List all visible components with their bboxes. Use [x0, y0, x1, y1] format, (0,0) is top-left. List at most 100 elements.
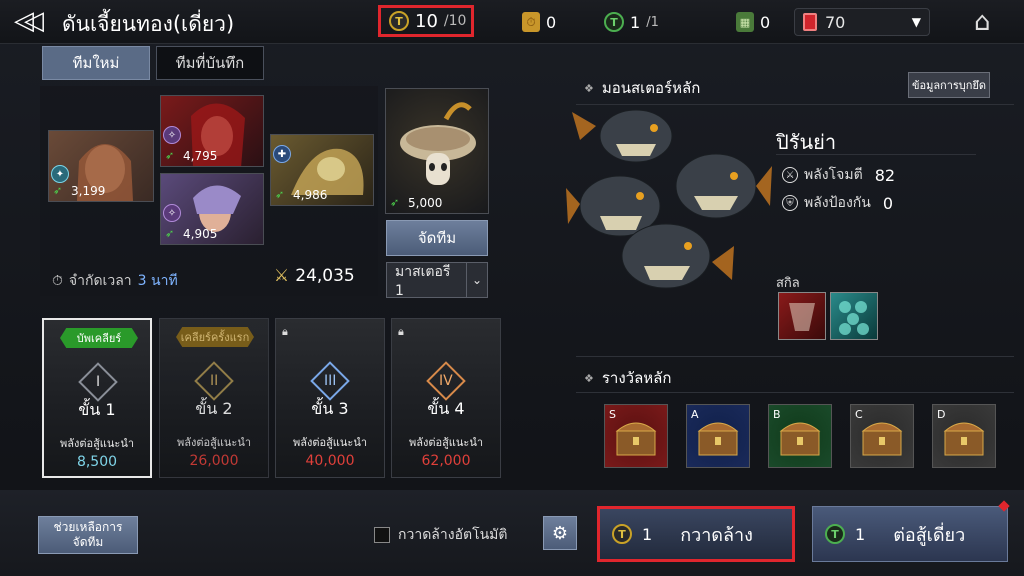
stopwatch-icon: ⏱: [52, 273, 63, 289]
ticket-current: 10: [415, 10, 438, 32]
ruby-selector[interactable]: 70 ▼: [794, 8, 930, 36]
master-slot[interactable]: ➶ 5,000: [385, 88, 489, 214]
stage-rec-label: พลังต่อสู้แนะนำ: [292, 436, 368, 449]
stage-level: ขั้น 3: [311, 399, 349, 418]
coin-counter: ⏱ 0: [522, 10, 556, 34]
stage-emblem: IV: [426, 361, 466, 401]
divider: [576, 392, 1014, 393]
class-icon: ✧: [163, 204, 181, 222]
stage-rec-value: 62,000: [421, 453, 471, 469]
stage-rec-label: พลังต่อสู้แนะนำ: [408, 436, 484, 449]
hero-slot-4[interactable]: ✚ ➶ 4,986: [270, 134, 374, 206]
reward-chest-b[interactable]: B: [768, 404, 832, 468]
rewards-header: ❖ รางวัลหลัก: [584, 369, 672, 387]
skill-label: สกิล: [776, 276, 800, 291]
hero-slot-3[interactable]: ✧ ➶ 4,905: [160, 173, 264, 245]
card-icon: ▦: [736, 12, 754, 32]
green-ticket-counter: T 1 /1: [604, 10, 659, 34]
attack-stat: ⚔ พลังโจมตี 82: [782, 164, 895, 186]
hero-slot-1[interactable]: ✦ ➶ 3,199: [48, 130, 154, 202]
ticket-max: /10: [443, 13, 467, 29]
lock-icon: 🔒︎: [282, 325, 288, 338]
power-up-icon: ➶: [53, 184, 63, 197]
time-limit: ⏱ จำกัดเวลา 3 นาที: [52, 270, 178, 292]
attack-icon: ⚔: [782, 167, 798, 183]
auto-sweep-toggle[interactable]: กวาดล้างอัตโนมัติ: [374, 524, 507, 546]
page-title: ดันเจี้ยนทอง(เดี่ยว): [62, 12, 235, 36]
gold-ticket-icon: T: [612, 524, 632, 544]
stage-card-1[interactable]: บัพเคลียร์ I ขั้น 1 พลังต่อสู้แนะนำ 8,50…: [42, 318, 152, 478]
card-value: 0: [760, 12, 771, 32]
fight-label: ต่อสู้เดี่ยว: [893, 524, 966, 546]
team-help-button[interactable]: ช่วยเหลือการ จัดทีม: [38, 516, 138, 554]
stage-badge: บัพเคลียร์: [60, 328, 138, 348]
stage-rec-value: 40,000: [305, 453, 355, 469]
stage-rec-value: 8,500: [76, 454, 118, 470]
arrange-team-button[interactable]: จัดทีม: [386, 220, 488, 256]
ruby-value: 70: [825, 12, 846, 32]
total-power: ⚔ 24,035: [274, 266, 355, 286]
diamond-bullet-icon: ❖: [584, 81, 594, 95]
reward-chest-a[interactable]: A: [686, 404, 750, 468]
fight-cost: 1: [855, 524, 866, 544]
stage-card-2[interactable]: เคลียร์ครั้งแรก II ขั้น 2 พลังต่อสู้แนะน…: [159, 318, 269, 478]
chest-grade: C: [855, 408, 863, 421]
power-up-icon: ➶: [390, 196, 400, 209]
auto-sweep-label: กวาดล้างอัตโนมัติ: [398, 527, 508, 543]
reward-chest-c[interactable]: C: [850, 404, 914, 468]
stage-rec-label: พลังต่อสู้แนะนำ: [59, 437, 135, 450]
divider: [576, 356, 1014, 357]
defense-stat: ⛨ พลังป้องกัน 0: [782, 192, 893, 214]
green-ticket-icon: T: [825, 524, 845, 544]
card-counter: ▦ 0: [736, 10, 770, 34]
gear-icon[interactable]: ⚙: [543, 516, 577, 550]
lock-icon: 🔒︎: [398, 325, 404, 338]
master-select-value: มาสเตอรี 1: [395, 264, 451, 299]
master-select[interactable]: มาสเตอรี 1 ⌄: [386, 262, 488, 299]
auto-sweep-checkbox[interactable]: [374, 527, 390, 543]
sweep-label: กวาดล้าง: [680, 524, 753, 546]
master-power: ➶ 5,000: [390, 196, 443, 210]
attack-value: 82: [874, 165, 896, 185]
tab-new-team[interactable]: ทีมใหม่: [42, 46, 150, 80]
power-up-icon: ➶: [165, 227, 175, 240]
class-icon: ✚: [273, 145, 291, 163]
skill-bite-icon[interactable]: [778, 292, 826, 340]
chevron-down-icon: ⌄: [466, 263, 487, 297]
gold-ticket-icon: T: [389, 11, 409, 31]
hero-power: ➶ 4,905: [165, 227, 218, 241]
green-ticket-current: 1: [630, 12, 641, 32]
stage-level: ขั้น 4: [427, 399, 465, 418]
hero-power: ➶ 4,795: [165, 149, 218, 163]
stage-emblem: I: [78, 362, 118, 402]
reward-chest-s[interactable]: S: [604, 404, 668, 468]
coin-value: 0: [546, 12, 557, 32]
hero-slot-2[interactable]: ✧ ➶ 4,795: [160, 95, 264, 167]
sweep-button[interactable]: T 1 กวาดล้าง: [597, 506, 795, 562]
green-ticket-icon: T: [604, 12, 624, 32]
tab-saved-team[interactable]: ทีมที่บันทึก: [156, 46, 264, 80]
diamond-bullet-icon: ❖: [584, 371, 594, 385]
hero-power: ➶ 3,199: [53, 184, 106, 198]
back-button[interactable]: ◁◁: [14, 8, 54, 36]
green-ticket-max: /1: [646, 14, 659, 30]
raid-info-button[interactable]: ข้อมูลการบุกยึด: [908, 72, 990, 98]
stage-rec-label: พลังต่อสู้แนะนำ: [176, 436, 252, 449]
stage-card-4[interactable]: 🔒︎ IV ขั้น 4 พลังต่อสู้แนะนำ 62,000: [391, 318, 501, 478]
stopwatch-coin-icon: ⏱: [522, 12, 540, 32]
stage-level: ขั้น 2: [195, 399, 233, 418]
shield-icon: ⛨: [782, 195, 798, 211]
home-button[interactable]: ⌂: [974, 8, 1004, 36]
chest-grade: D: [937, 408, 946, 421]
time-limit-value: 3 นาที: [137, 273, 178, 289]
reward-chest-d[interactable]: D: [932, 404, 996, 468]
solo-fight-button[interactable]: T 1 ต่อสู้เดี่ยว: [812, 506, 1008, 562]
dungeon-screen: ◁◁ ดันเจี้ยนทอง(เดี่ยว) T 10 /10 ⏱ 0 T 1…: [0, 0, 1024, 576]
ticket-counter: T 10 /10: [378, 5, 474, 37]
crossed-swords-icon: ⚔: [274, 266, 290, 286]
skill-scale-icon[interactable]: [830, 292, 878, 340]
stage-emblem: II: [194, 361, 234, 401]
chest-grade: A: [691, 408, 699, 421]
class-icon: ✧: [163, 126, 181, 144]
stage-card-3[interactable]: 🔒︎ III ขั้น 3 พลังต่อสู้แนะนำ 40,000: [275, 318, 385, 478]
